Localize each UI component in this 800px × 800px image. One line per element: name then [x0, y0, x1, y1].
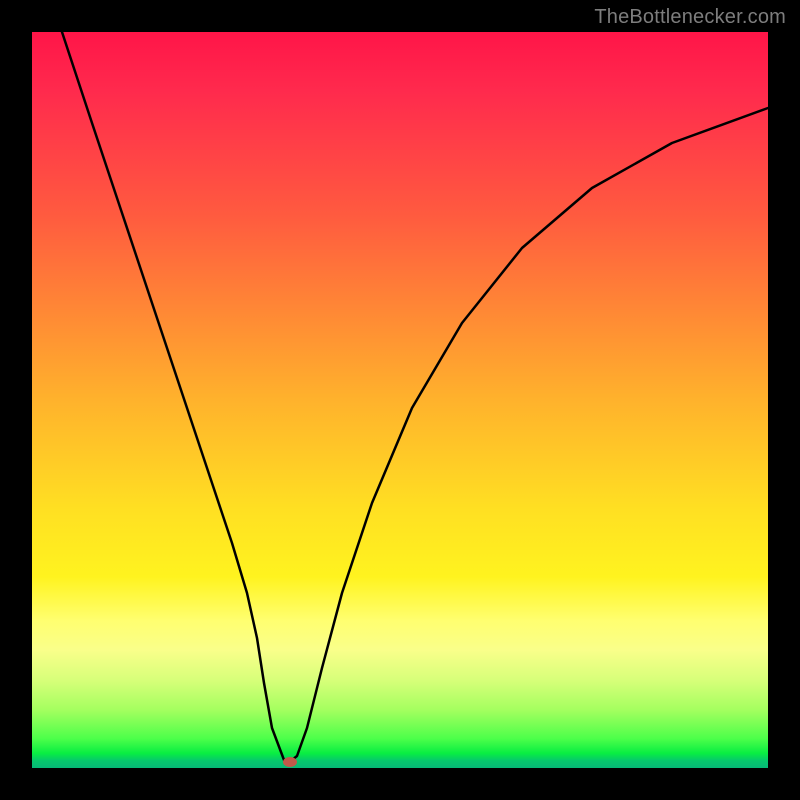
- optimum-marker: [283, 757, 297, 767]
- plot-area: [32, 32, 768, 768]
- chart-frame: TheBottlenecker.com: [0, 0, 800, 800]
- watermark-text: TheBottlenecker.com: [594, 6, 786, 29]
- bottleneck-curve: [32, 32, 768, 768]
